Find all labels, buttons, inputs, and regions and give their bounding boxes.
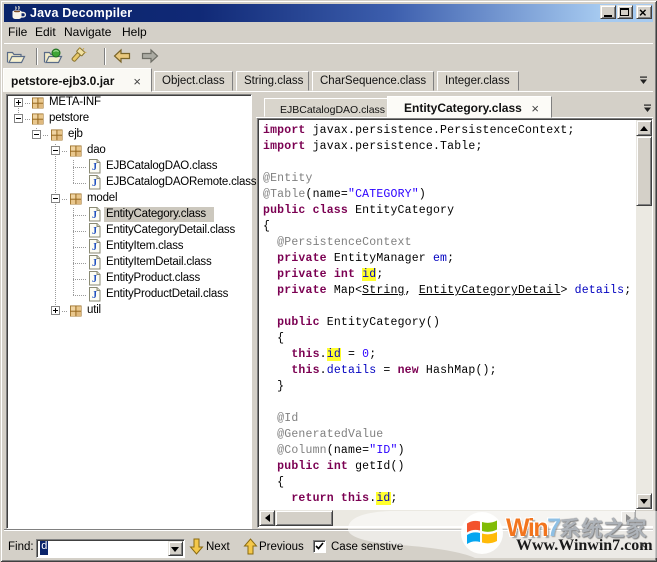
svg-text:J: J	[92, 226, 97, 237]
svg-text:J: J	[92, 290, 97, 301]
svg-text:J: J	[92, 178, 97, 189]
svg-text:J: J	[92, 242, 97, 253]
svg-text:J: J	[92, 210, 97, 221]
svg-text:J: J	[92, 258, 97, 269]
svg-text:J: J	[92, 274, 97, 285]
svg-text:J: J	[92, 162, 97, 173]
